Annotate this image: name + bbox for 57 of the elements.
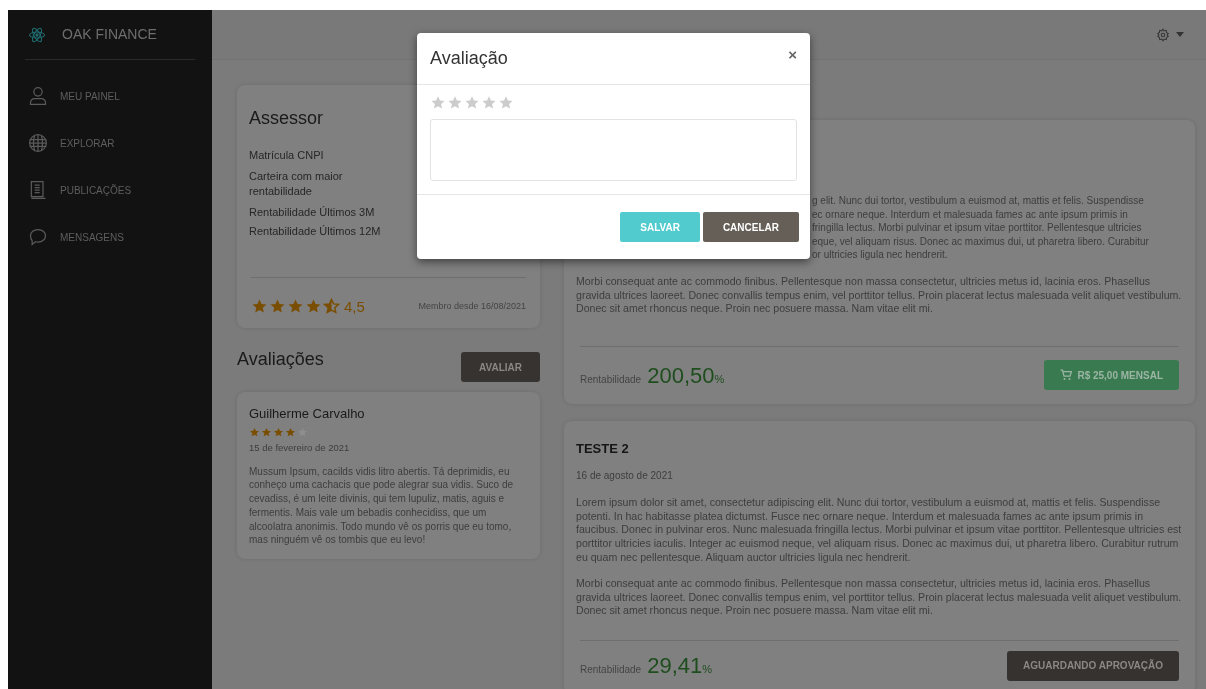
nav-item[interactable]: PUBLICAÇÕES [28, 180, 195, 200]
reviewer-name: Guilherme Carvalho [249, 405, 366, 423]
rentabilidade-label: Rentabilidade [580, 372, 642, 387]
review-date: 15 de fevereiro de 2021 [249, 440, 351, 455]
paragraph-line: eque, vel aliquam risus. Donec ac maximus dui, ut pharetra libero. Curabitur [812, 234, 1150, 249]
brand-name: OAK FINANCE [62, 25, 157, 44]
document-icon [28, 180, 48, 200]
post-paragraph: Morbi consequat ante ac commodo finibus. Pellentesque non massa consectetur, ultricies metus id, lacinia eros. Phasellus gravida ultrices laoreet. Donec convallis tempus enim, vel porttitor tellus. Proin placerat lectus malesuada velit aliquet vestibulum. Donec sit amet rhoncus neque. Proin nec posuere massa. Nam vitae elit mi. [576, 274, 1183, 316]
star-icon [447, 95, 463, 111]
section-title: Avaliações [237, 348, 324, 371]
star-icon [464, 95, 480, 111]
globe-icon [28, 133, 48, 153]
caret-icon[interactable] [1176, 32, 1184, 37]
review-text: Mussum Ipsum, cacilds vidis litro abertis. Tá deprimidis, eu conheço uma cachacis que pode alegrar sua vidis. Suco de cevadiss, é um leite divinis, qui tem lupuliz, matis, aguis e fermentis. Mais vale um bebadis conhecidiss, que um alcoolatra anonimis. Todo mundo vê os porris que eu tomo, mas ninguém vê os tombis que eu levo! [249, 464, 515, 547]
star-icon [261, 426, 272, 438]
paragraph-line: g elit. Nunc dui tortor, vestibulum a euismod at, mattis et felis. Suspendisse [812, 194, 1145, 208]
rate-button[interactable]: AVALIAR [461, 352, 540, 382]
star-icon [481, 95, 497, 111]
paragraph-line: or ultricies ligula nec hendrerit. [812, 248, 949, 262]
post-paragraph: Lorem ipsum dolor sit amet, consectetur adipiscing elit. Nunc dui tortor, vestibulum a euismod at, mattis et felis. Suspendisse potenti. In hac habitasse platea dictumst. Fusce nec ornare neque. Interdum et malesuada fames ac ante ipsum primis in faucibus. Donec in pulvinar eros. Nunc malesuada fringilla lectus. Morbi pulvinar et ipsum vitae porttitor. Pellentesque ultricies est porttitor ultricies iaculis. Integer ac euismod neque, vel aliquam risus. Donec ac maximus dui, ut pharetra libero. Curabitur rutrum eu quam nec pellentesque. Aliquam auctor ultricies ligula nec hendrerit. [576, 496, 1183, 565]
field-label: Rentabilidade Últimos 12M [249, 224, 382, 239]
field-label: Matrícula CNPI [249, 148, 325, 163]
save-button[interactable]: SALVAR [620, 212, 700, 242]
post-paragraph: Morbi consequat ante ac commodo finibus. Pellentesque non massa consectetur, ultricies metus id, lacinia eros. Phasellus gravida ultrices laoreet. Donec convallis tempus enim, vel porttitor tellus. Proin placerat lectus malesuada velit aliquet vestibulum. Donec sit amet rhoncus neque. Proin nec posuere massa. Nam vitae elit mi. [576, 577, 1183, 618]
rentabilidade-label: Rentabilidade [580, 663, 642, 677]
nav-item[interactable]: EXPLORAR [28, 133, 195, 153]
subscribe-button[interactable]: R$ 25,00 MENSAL [1044, 360, 1179, 391]
card-title: Assessor [249, 107, 324, 130]
dialog-title: Avaliação [430, 47, 508, 70]
chat-icon [28, 227, 48, 247]
rating-value: 4,5 [344, 296, 365, 317]
rentabilidade-value: 200,50 [647, 361, 715, 390]
nav-item[interactable]: MEU PAINEL [28, 86, 195, 106]
status-button[interactable]: AGUARDANDO APROVAÇÃO [1007, 650, 1179, 681]
percent-unit: % [714, 372, 725, 385]
star-icon [430, 95, 446, 111]
cancel-button[interactable]: CANCELAR [702, 212, 799, 242]
star-icon [498, 95, 514, 111]
star-icon [249, 426, 260, 438]
star-icon [273, 426, 284, 438]
field-label: Carteira com maior rentabilidade [249, 169, 344, 199]
paragraph-line: fringilla lectus. Morbi pulvinar et ipsum vitae porttitor. Pellentesque ultricies [812, 221, 1143, 235]
nav-item[interactable]: MENSAGENS [28, 227, 195, 247]
rentabilidade-value: 29,41 [647, 652, 703, 680]
field-label: Rentabilidade Últimos 3M [249, 205, 376, 220]
cart-icon [1060, 369, 1073, 382]
star-icon [323, 298, 340, 316]
paragraph-line: ec ornare neque. Interdum et malesuada fames ac ante ipsum primis in [812, 207, 1129, 222]
star-icon [285, 426, 296, 438]
post-title: TESTE 2 [576, 439, 630, 458]
review-input[interactable] [430, 119, 797, 181]
post-date: 16 de agosto de 2021 [576, 469, 674, 484]
close-button[interactable]: × [788, 47, 797, 62]
user-icon [28, 86, 48, 106]
percent-unit: % [702, 663, 712, 675]
settings-icon[interactable] [1156, 27, 1170, 42]
atom-logo-icon [28, 25, 46, 44]
